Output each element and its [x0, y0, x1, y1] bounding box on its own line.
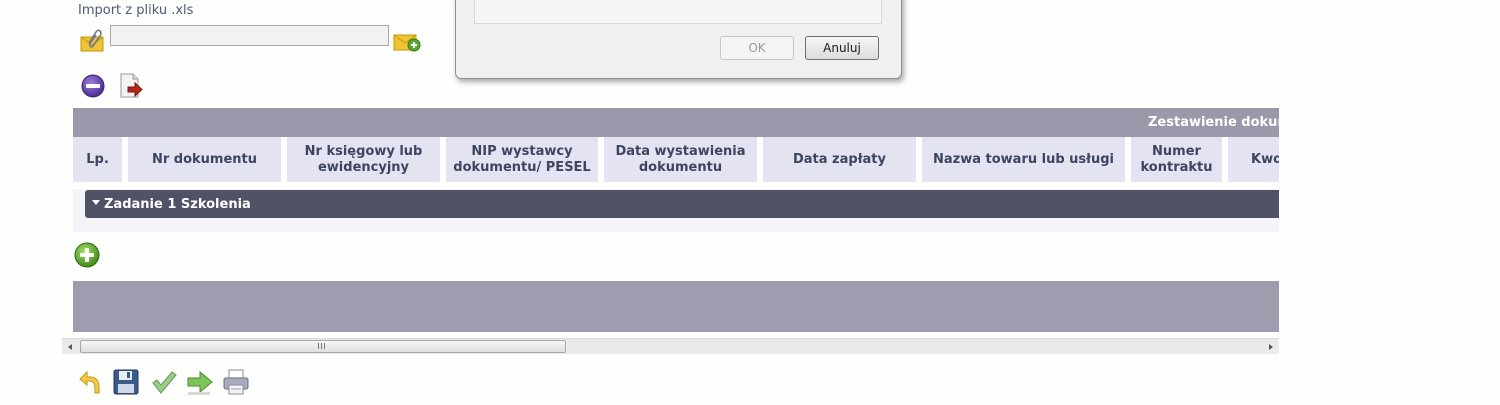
forward-icon[interactable] [186, 368, 214, 396]
documents-table: Zestawienie dokum Lp. Nr dokumentu Nr ks… [73, 108, 1279, 338]
group-row-label: Zadanie 1 Szkolenia [104, 197, 251, 212]
column-header-payment-date[interactable]: Data zapłaty [763, 137, 916, 182]
check-icon[interactable] [150, 368, 178, 396]
column-header-lp[interactable]: Lp. [73, 137, 122, 182]
group-container: Zadanie 1 Szkolenia [73, 189, 1279, 232]
column-header-accounting-number[interactable]: Nr księgowy lub ewidencyjny [287, 137, 440, 182]
remove-icon[interactable] [81, 74, 105, 98]
print-icon[interactable] [222, 368, 250, 396]
ok-button[interactable]: OK [720, 36, 794, 60]
group-row-task-1[interactable]: Zadanie 1 Szkolenia [85, 190, 1279, 218]
file-path-input[interactable] [110, 25, 389, 46]
table-footer-bar [73, 281, 1279, 332]
collapse-arrow-icon[interactable] [92, 200, 100, 205]
column-header-document-number[interactable]: Nr dokumentu [128, 137, 281, 182]
scrollbar-grip [318, 343, 326, 349]
export-document-icon[interactable] [117, 72, 145, 100]
attach-envelope-icon[interactable] [80, 29, 106, 53]
add-envelope-icon[interactable] [393, 29, 421, 53]
table-header-bar: Zestawienie dokum [73, 108, 1279, 137]
import-label: Import z pliku .xls [78, 3, 194, 18]
table-title: Zestawienie dokum [1148, 115, 1279, 130]
horizontal-scrollbar[interactable] [62, 338, 1279, 354]
column-header-issuer-nip[interactable]: NIP wystawcy dokumentu/ PESEL [446, 137, 598, 182]
dialog-window: OK Anuluj [455, 0, 902, 79]
save-icon[interactable] [112, 368, 140, 396]
scrollbar-thumb[interactable] [80, 340, 566, 353]
column-header-product-name[interactable]: Nazwa towaru lub usługi [922, 137, 1125, 182]
column-header-amount[interactable]: Kwo [1228, 137, 1279, 182]
column-header-issue-date[interactable]: Data wystawienia dokumentu [604, 137, 757, 182]
cancel-button[interactable]: Anuluj [805, 36, 879, 60]
scroll-right-arrow-icon[interactable] [1263, 339, 1279, 354]
dialog-content-area [474, 0, 882, 24]
add-icon[interactable] [74, 242, 100, 268]
column-header-row: Lp. Nr dokumentu Nr księgowy lub ewidenc… [73, 137, 1279, 189]
column-header-contract-number[interactable]: Numer kontraktu [1131, 137, 1222, 182]
scroll-left-arrow-icon[interactable] [62, 339, 78, 354]
undo-icon[interactable] [77, 368, 105, 396]
